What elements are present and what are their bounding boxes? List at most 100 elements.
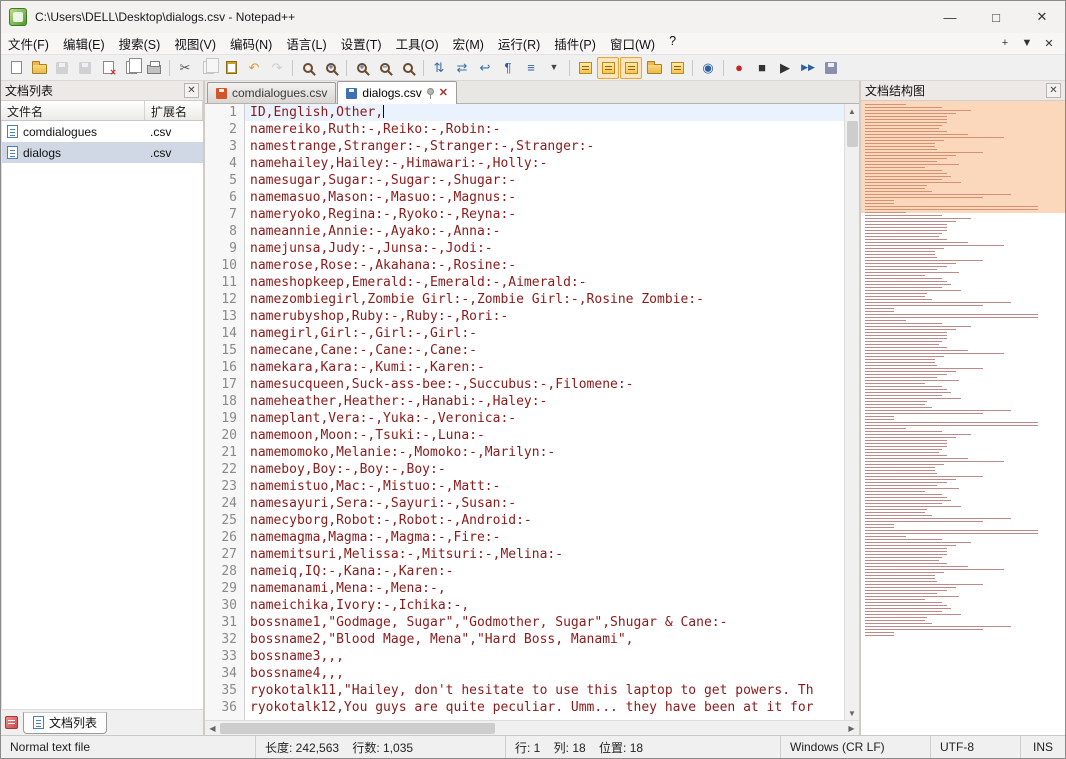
code-line[interactable]: namestrange,Stranger:-,Stranger:-,Strang… (245, 138, 844, 155)
code-line[interactable]: namekara,Kara:-,Kumi:-,Karen:- (245, 359, 844, 376)
line-number[interactable]: 9 (205, 240, 244, 257)
macro-record-icon[interactable]: ● (728, 57, 750, 79)
code-line[interactable]: nameannie,Annie:-,Ayako:-,Anna:- (245, 223, 844, 240)
minimize-button[interactable]: — (927, 1, 973, 33)
column-header-filename[interactable]: 文件名 (1, 101, 145, 120)
pin-icon[interactable] (426, 88, 434, 99)
code-line[interactable]: bossname2,"Blood Mage, Mena","Hard Boss,… (245, 631, 844, 648)
code-line[interactable]: bossname1,"Godmage, Sugar","Godmother, S… (245, 614, 844, 631)
close-button[interactable]: ✕ (1019, 1, 1065, 33)
horizontal-scrollbar[interactable]: ◀ ▶ (205, 720, 859, 735)
line-number[interactable]: 3 (205, 138, 244, 155)
line-number[interactable]: 18 (205, 393, 244, 410)
line-number[interactable]: 1 (205, 104, 244, 121)
code-line[interactable]: namerose,Rose:-,Akahana:-,Rosine:- (245, 257, 844, 274)
code-line[interactable]: nameshopkeep,Emerald:-,Emerald:-,Aimeral… (245, 274, 844, 291)
status-encoding[interactable]: UTF-8 (931, 736, 1021, 758)
menu-item[interactable]: 工具(O) (389, 32, 446, 55)
code-line[interactable]: namesugar,Sugar:-,Sugar:-,Shugar:- (245, 172, 844, 189)
line-number[interactable]: 33 (205, 648, 244, 665)
code-line[interactable]: ID,English,Other, (245, 104, 844, 121)
code-line[interactable]: nameheather,Heather:-,Hanabi:-,Haley:- (245, 393, 844, 410)
status-insert-mode[interactable]: INS (1021, 736, 1065, 758)
line-number[interactable]: 22 (205, 461, 244, 478)
scroll-down-arrow-icon[interactable]: ▼ (845, 706, 859, 720)
line-number[interactable]: 34 (205, 665, 244, 682)
line-number[interactable]: 28 (205, 563, 244, 580)
sync-scroll-vertical-icon[interactable]: ⇅ (428, 57, 450, 79)
docked-panel-icon[interactable] (5, 716, 18, 729)
macro-save-icon[interactable] (820, 57, 842, 79)
vertical-scrollbar-thumb[interactable] (846, 121, 858, 147)
line-number[interactable]: 7 (205, 206, 244, 223)
line-number[interactable]: 26 (205, 529, 244, 546)
menu-item[interactable]: ? (662, 32, 683, 55)
undo-icon[interactable]: ↶ (243, 57, 265, 79)
line-number[interactable]: 24 (205, 495, 244, 512)
line-number[interactable]: 17 (205, 376, 244, 393)
scroll-up-arrow-icon[interactable]: ▲ (845, 104, 859, 118)
line-number[interactable]: 25 (205, 512, 244, 529)
code-line[interactable]: namecane,Cane:-,Cane:-,Cane:- (245, 342, 844, 359)
scroll-right-arrow-icon[interactable]: ▶ (844, 724, 859, 733)
code-line[interactable]: nameplant,Vera:-,Yuka:-,Veronica:- (245, 410, 844, 427)
code-line[interactable]: namehailey,Hailey:-,Himawari:-,Holly:- (245, 155, 844, 172)
code-line[interactable]: namemistuo,Mac:-,Mistuo:-,Matt:- (245, 478, 844, 495)
zoom-out-icon[interactable]: − (374, 57, 396, 79)
menu-item[interactable]: 搜索(S) (112, 32, 168, 55)
cut-icon[interactable]: ✂ (174, 57, 196, 79)
redo-icon[interactable]: ↷ (266, 57, 288, 79)
line-number[interactable]: 19 (205, 410, 244, 427)
code-line[interactable]: namesayuri,Sera:-,Sayuri:-,Susan:- (245, 495, 844, 512)
code-line[interactable]: bossname3,,, (245, 648, 844, 665)
line-number[interactable]: 13 (205, 308, 244, 325)
document-map-panel-close-icon[interactable]: ✕ (1046, 83, 1061, 98)
column-header-extension[interactable]: 扩展名 (145, 101, 203, 120)
macro-stop-icon[interactable]: ■ (751, 57, 773, 79)
code-line[interactable]: nameboy,Boy:-,Boy:-,Boy:- (245, 461, 844, 478)
indent-guide-icon[interactable]: ≡ (520, 57, 542, 79)
macro-play-icon[interactable]: ▶ (774, 57, 796, 79)
menu-item[interactable]: 窗口(W) (603, 32, 662, 55)
close-all-files-icon[interactable] (120, 57, 142, 79)
document-list-bottom-tab[interactable]: 文档列表 (23, 711, 108, 734)
chevron-dropdown-icon[interactable]: ▼ (543, 57, 565, 79)
scroll-left-arrow-icon[interactable]: ◀ (205, 724, 220, 733)
replace-icon[interactable]: + (320, 57, 342, 79)
line-number[interactable]: 20 (205, 427, 244, 444)
line-number[interactable]: 14 (205, 325, 244, 342)
code-line[interactable]: namemasuo,Mason:-,Masuo:-,Magnus:- (245, 189, 844, 206)
word-wrap-icon[interactable]: ↩ (474, 57, 496, 79)
line-number[interactable]: 4 (205, 155, 244, 172)
document-list-panel-close-icon[interactable]: ✕ (184, 83, 199, 98)
code-line[interactable]: namemanami,Mena:-,Mena:-, (245, 580, 844, 597)
document-monitor-eye-icon[interactable]: ◉ (697, 57, 719, 79)
code-line[interactable]: ryokotalk11,"Hailey, don't hesitate to u… (245, 682, 844, 699)
menu-item[interactable]: 文件(F) (1, 32, 56, 55)
function-list-icon[interactable] (574, 57, 596, 79)
line-number[interactable]: 15 (205, 342, 244, 359)
tab-close-icon[interactable]: ✕ (439, 87, 448, 99)
folder-as-workspace-icon[interactable] (643, 57, 665, 79)
doc-list-row[interactable]: comdialogues .csv (2, 121, 203, 142)
line-number[interactable]: 29 (205, 580, 244, 597)
code-line[interactable]: namemagma,Magma:-,Magma:-,Fire:- (245, 529, 844, 546)
macro-run-multiple-icon[interactable]: ▶▶ (797, 57, 819, 79)
line-number[interactable]: 5 (205, 172, 244, 189)
zoom-in-icon[interactable]: + (351, 57, 373, 79)
menu-item[interactable]: 语言(L) (279, 32, 333, 55)
document-map-icon[interactable] (597, 56, 619, 79)
line-number[interactable]: 12 (205, 291, 244, 308)
menu-item[interactable]: 宏(M) (446, 32, 491, 55)
code-line[interactable]: namereiko,Ruth:-,Reiko:-,Robin:- (245, 121, 844, 138)
editor[interactable]: 1 2 3 4 5 6 7 8 9 10 11 12 13 14 15 16 17 18 19 20 21 22 23 24 2… (205, 104, 859, 720)
menubar-close-icon[interactable]: ✕ (1039, 37, 1059, 50)
save-file-icon[interactable] (51, 57, 73, 79)
line-number[interactable]: 21 (205, 444, 244, 461)
code-line[interactable]: namesucqueen,Suck-ass-bee:-,Succubus:-,F… (245, 376, 844, 393)
document-tab[interactable]: comdialogues.csv (207, 82, 337, 103)
menu-item[interactable]: 运行(R) (491, 32, 547, 55)
code-line[interactable]: namejunsa,Judy:-,Junsa:-,Jodi:- (245, 240, 844, 257)
line-number[interactable]: 8 (205, 223, 244, 240)
code-line[interactable]: namegirl,Girl:-,Girl:-,Girl:- (245, 325, 844, 342)
